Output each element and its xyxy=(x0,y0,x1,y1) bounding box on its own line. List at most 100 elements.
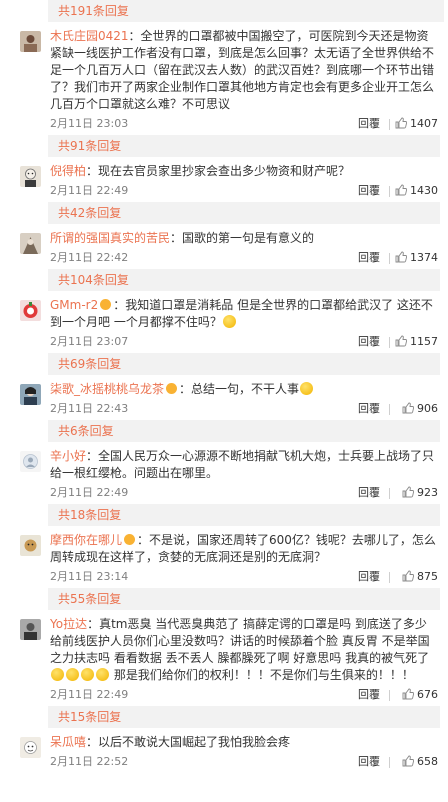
like-button[interactable]: 1374 xyxy=(395,247,438,269)
avatar[interactable] xyxy=(20,737,41,758)
avatar[interactable] xyxy=(20,233,41,254)
vip-badge-icon xyxy=(124,534,136,545)
divider xyxy=(389,572,390,583)
like-button[interactable]: 923 xyxy=(402,482,438,504)
like-count: 1157 xyxy=(410,335,438,348)
reply-button[interactable]: 回覆 xyxy=(358,751,380,773)
avatar[interactable] xyxy=(20,451,41,472)
comment-meta: 2月11日 22:49 回覆 1430 xyxy=(50,180,438,202)
emoji-icon xyxy=(222,315,236,328)
replies-link[interactable]: 共42条回复 xyxy=(48,202,440,224)
like-button[interactable]: 1407 xyxy=(395,113,438,135)
emoji-icon xyxy=(300,382,314,395)
like-count: 875 xyxy=(417,570,438,583)
like-count: 923 xyxy=(417,486,438,499)
username-link[interactable]: 辛小好 xyxy=(50,449,86,463)
reply-button[interactable]: 回覆 xyxy=(358,247,380,269)
comment-meta: 2月11日 22:49 回覆 923 xyxy=(50,482,438,504)
like-count: 658 xyxy=(417,755,438,768)
replies-link[interactable]: 共91条回复 xyxy=(48,135,440,157)
reply-button[interactable]: 回覆 xyxy=(358,482,380,504)
comment-body: 所谓的强国真实的苦民：国歌的第一句是有意义的 xyxy=(50,230,438,247)
reply-button[interactable]: 回覆 xyxy=(358,331,380,353)
comment-item: 木氏庄园0421：全世界的口罩都被中国搬空了，可医院到今天还是物资紧缺一线医护工… xyxy=(0,22,448,157)
reply-button[interactable]: 回覆 xyxy=(358,398,380,420)
comment-meta: 2月11日 22:52 回覆 658 xyxy=(50,751,438,773)
divider xyxy=(389,253,390,264)
like-count: 906 xyxy=(417,402,438,415)
angry-emoji-icon xyxy=(96,668,109,681)
comment-item: 倪得柏：现在去官员家里抄家会查出多少物资和财产呢？ 2月11日 22:49 回覆… xyxy=(0,157,448,224)
username-link[interactable]: 倪得柏 xyxy=(50,164,86,178)
timestamp: 2月11日 22:49 xyxy=(50,688,129,701)
like-button[interactable]: 1430 xyxy=(395,180,438,202)
divider xyxy=(389,119,390,130)
comment-item: Yo拉达：真tm恶臭 当代恶臭典范了 搞薛定谔的口罩是吗 到底送了多少给前线医护… xyxy=(0,610,448,728)
divider xyxy=(389,488,390,499)
timestamp: 2月11日 22:49 xyxy=(50,184,129,197)
replies-link[interactable]: 共191条回复 xyxy=(48,0,444,22)
username-link[interactable]: Yo拉达 xyxy=(50,617,87,631)
avatar[interactable] xyxy=(20,166,41,187)
username-link[interactable]: 木氏庄园0421 xyxy=(50,29,129,43)
timestamp: 2月11日 22:43 xyxy=(50,402,129,415)
like-button[interactable]: 658 xyxy=(402,751,438,773)
reply-button[interactable]: 回覆 xyxy=(358,113,380,135)
comment-item: 辛小好：全国人民万众一心源源不断地捐献飞机大炮，士兵要上战场了只给一根红缨枪。问… xyxy=(0,442,448,526)
avatar[interactable] xyxy=(20,384,41,405)
like-button[interactable]: 906 xyxy=(402,398,438,420)
comment-meta: 2月11日 23:03 回覆 1407 xyxy=(50,113,438,135)
comment-item: 摩西你在哪儿 ：不是说，国家还周转了600亿？钱呢？去哪儿了，怎么周转成现在这样了… xyxy=(0,526,448,610)
username-link[interactable]: 摩西你在哪儿 xyxy=(50,533,122,547)
thumb-up-icon xyxy=(395,251,407,263)
comment-meta: 2月11日 22:49 回覆 676 xyxy=(50,684,438,706)
replies-link[interactable]: 共15条回复 xyxy=(48,706,440,728)
replies-link[interactable]: 共69条回复 xyxy=(48,353,440,375)
username-link[interactable]: GMm-r2 xyxy=(50,298,98,312)
thumb-up-icon xyxy=(402,755,414,767)
comment-body: 辛小好：全国人民万众一心源源不断地捐献飞机大炮，士兵要上战场了只给一根红缨枪。问… xyxy=(50,448,438,482)
comment-meta: 2月11日 22:43 回覆 906 xyxy=(50,398,438,420)
comment-meta: 2月11日 23:14 回覆 875 xyxy=(50,566,438,588)
like-button[interactable]: 875 xyxy=(402,566,438,588)
replies-link[interactable]: 共104条回复 xyxy=(48,269,440,291)
timestamp: 2月11日 22:49 xyxy=(50,486,129,499)
username-link[interactable]: 所谓的强国真实的苦民 xyxy=(50,231,170,245)
timestamp: 2月11日 23:03 xyxy=(50,117,129,130)
like-button[interactable]: 676 xyxy=(402,684,438,706)
comment-text: ：总结一句，不干人事 xyxy=(179,382,300,396)
avatar[interactable] xyxy=(20,31,41,52)
timestamp: 2月11日 22:52 xyxy=(50,755,129,768)
replies-link[interactable]: 共18条回复 xyxy=(48,504,440,526)
comment-text: ：真tm恶臭 当代恶臭典范了 搞薛定谔的口罩是吗 到底送了多少给前线医护人员你们… xyxy=(50,617,430,665)
comment-text: ：国歌的第一句是有意义的 xyxy=(170,231,315,245)
divider xyxy=(389,690,390,701)
comment-body: 倪得柏：现在去官员家里抄家会查出多少物资和财产呢？ xyxy=(50,163,438,180)
angry-emoji-icon xyxy=(66,668,79,681)
divider xyxy=(389,186,390,197)
thumb-up-icon xyxy=(402,486,414,498)
angry-emoji-icon xyxy=(51,668,64,681)
timestamp: 2月11日 23:14 xyxy=(50,570,129,583)
divider xyxy=(389,337,390,348)
replies-link[interactable]: 共55条回复 xyxy=(48,588,440,610)
comment-item: 柒歌_冰摇桃桃乌龙茶 ：总结一句，不干人事 2月11日 22:43 回覆 906 … xyxy=(0,375,448,442)
comment-body: Yo拉达：真tm恶臭 当代恶臭典范了 搞薛定谔的口罩是吗 到底送了多少给前线医护… xyxy=(50,616,438,684)
comment-text: ：全国人民万众一心源源不断地捐献飞机大炮，士兵要上战场了只给一根红缨枪。问题出在… xyxy=(50,449,435,480)
comment-feed: 共191条回复 木氏庄园0421：全世界的口罩都被中国搬空了，可医院到今天还是物… xyxy=(0,0,448,802)
comment-body: 木氏庄园0421：全世界的口罩都被中国搬空了，可医院到今天还是物资紧缺一线医护工… xyxy=(50,28,438,113)
divider xyxy=(389,404,390,415)
reply-button[interactable]: 回覆 xyxy=(358,180,380,202)
comment-item: 呆瓜嘻：以后不敢说大国崛起了我怕我脸会疼 2月11日 22:52 回覆 658 xyxy=(0,728,448,773)
timestamp: 2月11日 23:07 xyxy=(50,335,129,348)
like-button[interactable]: 1157 xyxy=(395,331,438,353)
replies-link[interactable]: 共6条回复 xyxy=(48,420,440,442)
username-link[interactable]: 柒歌_冰摇桃桃乌龙茶 xyxy=(50,382,164,396)
angry-emoji-icon xyxy=(81,668,94,681)
reply-button[interactable]: 回覆 xyxy=(358,566,380,588)
avatar[interactable] xyxy=(20,535,41,556)
username-link[interactable]: 呆瓜嘻 xyxy=(50,735,86,749)
reply-button[interactable]: 回覆 xyxy=(358,684,380,706)
avatar[interactable] xyxy=(20,619,41,640)
avatar[interactable] xyxy=(20,300,41,321)
